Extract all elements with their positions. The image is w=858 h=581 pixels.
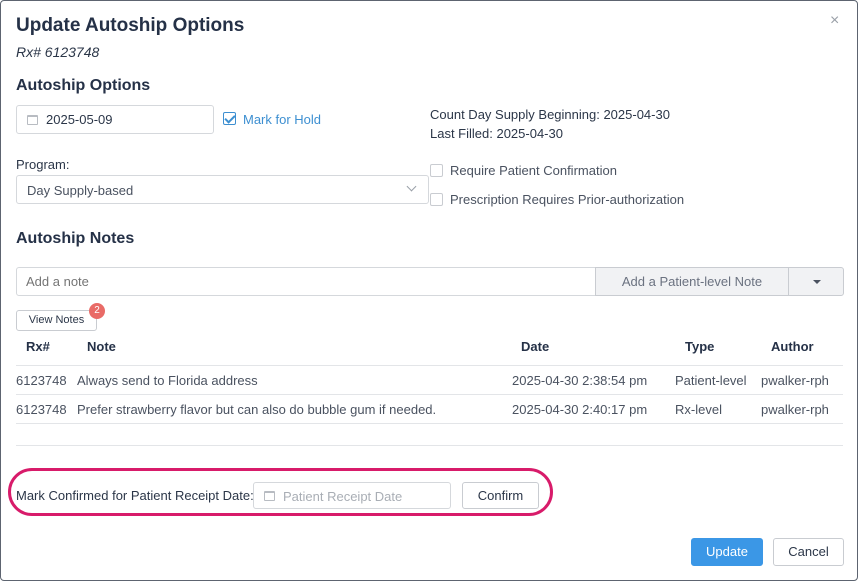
receipt-date-label: Mark Confirmed for Patient Receipt Date: bbox=[16, 488, 254, 503]
calendar-icon bbox=[27, 115, 38, 125]
column-header-date: Date bbox=[521, 339, 550, 354]
update-autoship-dialog: Update Autoship Options Rx# 6123748 × Au… bbox=[0, 0, 858, 581]
column-header-note: Note bbox=[87, 339, 116, 354]
column-header-author: Author bbox=[771, 339, 814, 354]
row-divider bbox=[16, 423, 843, 424]
notes-count-badge: 2 bbox=[89, 303, 105, 319]
add-note-dropdown-button[interactable] bbox=[788, 267, 844, 296]
dialog-title: Update Autoship Options bbox=[16, 15, 245, 36]
row-divider bbox=[16, 394, 843, 395]
row-rx: 6123748 bbox=[16, 373, 67, 388]
column-header-rx: Rx# bbox=[26, 339, 50, 354]
calendar-icon bbox=[264, 491, 275, 501]
add-note-input[interactable] bbox=[16, 267, 596, 296]
count-day-supply-text: Count Day Supply Beginning: 2025-04-30 bbox=[430, 107, 670, 122]
row-date: 2025-04-30 2:38:54 pm bbox=[512, 373, 648, 388]
prior-authorization-label[interactable]: Prescription Requires Prior-authorizatio… bbox=[450, 192, 684, 207]
table-header-divider bbox=[16, 365, 843, 366]
view-notes-button[interactable]: View Notes bbox=[16, 310, 97, 331]
chevron-down-icon bbox=[406, 181, 417, 192]
update-button[interactable]: Update bbox=[691, 538, 763, 566]
autoship-options-heading: Autoship Options bbox=[16, 77, 151, 94]
caret-down-icon bbox=[813, 280, 821, 284]
dialog-subtitle: Rx# 6123748 bbox=[16, 44, 100, 60]
program-select[interactable]: Day Supply-based bbox=[16, 175, 429, 204]
close-icon[interactable]: × bbox=[830, 13, 839, 29]
mark-for-hold-checkbox[interactable] bbox=[223, 112, 236, 125]
require-patient-confirmation-label[interactable]: Require Patient Confirmation bbox=[450, 163, 617, 178]
row-type: Rx-level bbox=[675, 402, 722, 417]
row-author: pwalker-rph bbox=[761, 373, 829, 388]
autoship-date-field[interactable]: 2025-05-09 bbox=[16, 105, 214, 134]
require-patient-confirmation-checkbox[interactable] bbox=[430, 164, 443, 177]
row-author: pwalker-rph bbox=[761, 402, 829, 417]
add-patient-note-button[interactable]: Add a Patient-level Note bbox=[595, 267, 789, 296]
row-note: Prefer strawberry flavor but can also do… bbox=[77, 402, 437, 417]
row-note: Always send to Florida address bbox=[77, 373, 258, 388]
program-value: Day Supply-based bbox=[27, 183, 134, 198]
column-header-type: Type bbox=[685, 339, 715, 354]
autoship-notes-heading: Autoship Notes bbox=[16, 230, 135, 247]
section-divider bbox=[16, 445, 843, 446]
program-label: Program: bbox=[16, 157, 70, 172]
row-type: Patient-level bbox=[675, 373, 747, 388]
row-rx: 6123748 bbox=[16, 402, 67, 417]
autoship-date-value: 2025-05-09 bbox=[46, 112, 113, 127]
confirm-button[interactable]: Confirm bbox=[462, 482, 539, 509]
prior-authorization-checkbox[interactable] bbox=[430, 193, 443, 206]
last-filled-text: Last Filled: 2025-04-30 bbox=[430, 126, 563, 141]
mark-for-hold-label[interactable]: Mark for Hold bbox=[243, 112, 321, 127]
patient-receipt-date-field[interactable]: Patient Receipt Date bbox=[253, 482, 451, 509]
patient-receipt-date-placeholder: Patient Receipt Date bbox=[283, 489, 403, 504]
row-date: 2025-04-30 2:40:17 pm bbox=[512, 402, 648, 417]
cancel-button[interactable]: Cancel bbox=[773, 538, 844, 566]
